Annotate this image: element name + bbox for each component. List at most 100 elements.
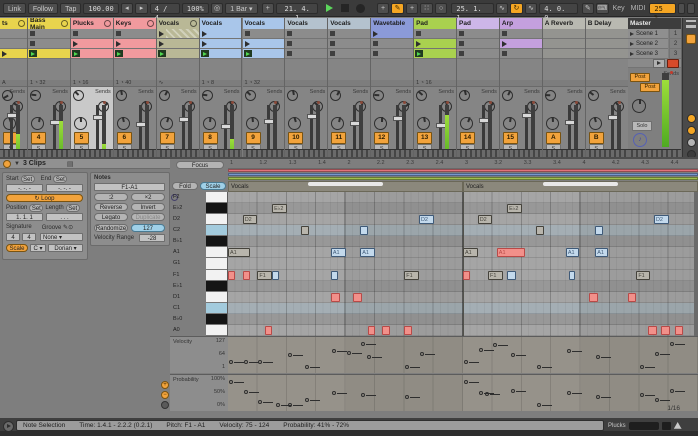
clip-slot[interactable] bbox=[328, 29, 370, 39]
reverse-button[interactable]: Reverse bbox=[94, 203, 128, 211]
probability-marker[interactable] bbox=[332, 391, 336, 395]
groove-amount-field[interactable]: 100% bbox=[182, 3, 209, 14]
clip-slot[interactable] bbox=[457, 29, 499, 39]
clip-slot[interactable] bbox=[586, 49, 628, 59]
midi-note[interactable]: A1 bbox=[595, 248, 608, 257]
clip-slot[interactable] bbox=[71, 29, 113, 39]
clip-slot[interactable] bbox=[371, 29, 413, 39]
send-a-knob[interactable] bbox=[202, 90, 213, 101]
clip-slot[interactable] bbox=[543, 29, 585, 39]
halve-time-button[interactable]: :2 bbox=[94, 193, 128, 201]
set-length-button[interactable]: Set bbox=[66, 204, 80, 212]
piano-key[interactable] bbox=[206, 247, 228, 258]
clip-slot[interactable] bbox=[71, 39, 113, 49]
pan-knob[interactable] bbox=[74, 117, 87, 130]
scene-row[interactable]: Scene 1 bbox=[628, 29, 668, 39]
fold-button[interactable]: Fold bbox=[172, 182, 198, 190]
clip-slot[interactable] bbox=[0, 29, 27, 39]
velocity-marker[interactable] bbox=[537, 365, 541, 369]
pan-knob[interactable] bbox=[503, 117, 516, 130]
probability-marker[interactable] bbox=[305, 398, 309, 402]
clip-slot[interactable] bbox=[457, 49, 499, 59]
velocity-marker[interactable] bbox=[288, 353, 292, 357]
velocity-marker[interactable] bbox=[420, 352, 424, 356]
velocity-marker[interactable] bbox=[332, 349, 336, 353]
track-header[interactable]: A Reverb bbox=[543, 18, 585, 29]
clip-slot[interactable] bbox=[500, 49, 542, 59]
velocity-marker[interactable] bbox=[640, 365, 644, 369]
clip-lane-header[interactable]: Vocals bbox=[228, 181, 463, 192]
session-record-indicator[interactable] bbox=[667, 59, 679, 68]
track-number-button[interactable]: 5 bbox=[74, 132, 89, 144]
clip-slot[interactable] bbox=[285, 49, 327, 59]
tap-tempo-button[interactable]: Tap bbox=[60, 3, 81, 14]
pan-knob[interactable] bbox=[546, 117, 559, 130]
clip-slot[interactable] bbox=[243, 39, 285, 49]
clip-slot[interactable] bbox=[414, 29, 456, 39]
randomize-range-field[interactable]: 127 bbox=[131, 224, 165, 232]
track-header[interactable]: ts bbox=[0, 18, 27, 29]
piano-key[interactable] bbox=[206, 236, 228, 247]
send-a-knob[interactable] bbox=[30, 90, 41, 101]
midi-note[interactable] bbox=[272, 271, 279, 280]
send-a-knob[interactable] bbox=[73, 90, 84, 101]
scene-play-icon[interactable] bbox=[630, 52, 634, 56]
velocity-marker[interactable] bbox=[493, 343, 497, 347]
midi-note[interactable] bbox=[368, 326, 375, 335]
clip-slot[interactable] bbox=[114, 39, 156, 49]
clip-slot[interactable] bbox=[328, 39, 370, 49]
piano-key[interactable] bbox=[206, 270, 228, 281]
probability-marker[interactable] bbox=[670, 389, 674, 393]
tempo-follow-button[interactable]: Follow bbox=[28, 3, 58, 14]
probability-marker[interactable] bbox=[229, 380, 233, 384]
clip-slot[interactable] bbox=[157, 39, 199, 49]
clip-slot[interactable] bbox=[586, 29, 628, 39]
double-time-button[interactable]: ×2 bbox=[131, 193, 165, 201]
show-sends-toggle[interactable] bbox=[687, 126, 696, 135]
clip-slot[interactable] bbox=[414, 39, 456, 49]
velocity-range-field[interactable]: -28 bbox=[139, 234, 165, 242]
session-arrangement-toggle[interactable] bbox=[686, 34, 696, 44]
probability-marker[interactable] bbox=[640, 393, 644, 397]
send-a-knob[interactable] bbox=[373, 90, 384, 101]
duplicate-button[interactable]: Duplicate bbox=[131, 213, 165, 221]
clip-loop-bar[interactable] bbox=[228, 177, 698, 180]
stop-all-clips-button[interactable] bbox=[653, 59, 665, 68]
clip-slot[interactable] bbox=[371, 49, 413, 59]
automation-arm-button[interactable]: ✎ bbox=[391, 3, 404, 14]
midi-note[interactable]: D2 bbox=[478, 215, 493, 224]
send-a-knob[interactable] bbox=[330, 90, 341, 101]
send-a-knob[interactable] bbox=[502, 90, 513, 101]
track-header[interactable]: Vocals bbox=[243, 18, 285, 29]
midi-note[interactable]: F1 bbox=[636, 271, 649, 280]
probability-marker[interactable] bbox=[244, 390, 248, 394]
midi-note[interactable] bbox=[675, 326, 684, 335]
draw-mode-button[interactable]: ✎ bbox=[582, 3, 595, 14]
velocity-marker[interactable] bbox=[361, 342, 365, 346]
clip-slot[interactable] bbox=[285, 29, 327, 39]
pan-knob[interactable] bbox=[374, 117, 387, 130]
velocity-marker[interactable] bbox=[567, 349, 571, 353]
clip-active-dot[interactable] bbox=[3, 160, 11, 168]
time-signature-field[interactable]: 4 / 4 bbox=[150, 3, 180, 14]
lane-fold-button[interactable] bbox=[161, 401, 169, 409]
probability-marker[interactable] bbox=[258, 400, 262, 404]
vertical-scrollbar[interactable] bbox=[694, 192, 698, 336]
velocity-marker[interactable] bbox=[229, 360, 233, 364]
velocity-marker[interactable] bbox=[347, 351, 351, 355]
clip-slot[interactable] bbox=[543, 49, 585, 59]
piano-key[interactable] bbox=[206, 258, 228, 269]
velocity-marker[interactable] bbox=[367, 355, 371, 359]
set-start-button[interactable]: Set bbox=[21, 175, 35, 183]
randomize-button[interactable]: Randomize bbox=[94, 224, 128, 232]
loop-button[interactable]: ↻ Loop bbox=[6, 194, 83, 202]
midi-note[interactable] bbox=[648, 326, 657, 335]
pan-knob[interactable] bbox=[288, 117, 301, 130]
midi-note[interactable]: A1 bbox=[331, 248, 346, 257]
arrangement-position-display[interactable]: 21. 4. 1 bbox=[276, 3, 318, 14]
send-a-knob[interactable] bbox=[287, 90, 298, 101]
play-button[interactable] bbox=[326, 4, 333, 12]
notification-bell-icon[interactable] bbox=[674, 422, 682, 430]
session-record-button[interactable]: ○ bbox=[435, 3, 448, 14]
send-a-knob[interactable] bbox=[116, 90, 127, 101]
